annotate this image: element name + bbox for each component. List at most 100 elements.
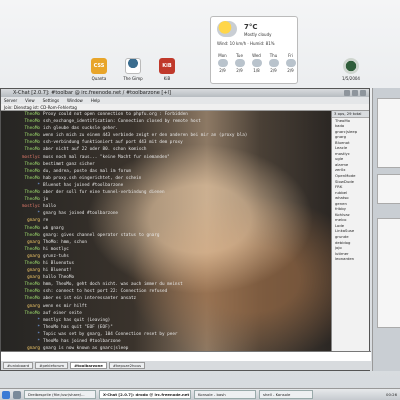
desktop-icon[interactable]	[13, 390, 21, 399]
chat-nick[interactable]: TheoMo	[1, 118, 43, 125]
channel-topic[interactable]: Join: Dienstag ist: CD-Rom-Fehlertag	[1, 104, 369, 111]
chat-line: TheoMo gnarg: gives channel operator stat…	[1, 232, 333, 239]
chat-nick[interactable]: TheoMo	[1, 146, 43, 153]
chat-message: auf einer seite	[43, 310, 82, 316]
menu-settings[interactable]: Settings	[43, 97, 59, 104]
nick-list[interactable]: 3 ops, 29 total TheoMo kado gnarc|sleep gna…	[331, 111, 369, 351]
chat-message: wb gnarg	[43, 225, 64, 231]
chat-nick[interactable]: mostlyc	[1, 203, 43, 210]
chat-text-area[interactable]: TheoMo Proxy could not open connection to…	[1, 111, 333, 351]
chat-line: * gnarg has joined #toolbarzone	[1, 210, 333, 217]
chat-nick[interactable]: *	[1, 331, 43, 338]
side-panel-window	[372, 88, 400, 371]
chat-nick[interactable]: TheoMo	[1, 196, 43, 203]
window-titlebar[interactable]: X-Chat [2.0.7]: #toolbar @ irc.freenode.…	[1, 89, 369, 97]
nick-list-item[interactable]: leonarden	[332, 256, 369, 262]
xchat-window: X-Chat [2.0.7]: #toolbar @ irc.freenode.…	[0, 88, 371, 371]
chat-nick[interactable]: TheoMo	[1, 288, 43, 295]
chat-message: Proxy could not open connection to phpfu…	[43, 112, 188, 117]
chat-line: gnarg ThoMo: hmm, schon	[1, 239, 333, 246]
chat-nick[interactable]: TheoMo	[1, 139, 43, 146]
chat-message: wenn es mir hilft	[43, 303, 87, 309]
chat-nick[interactable]: mostlyc	[1, 154, 43, 161]
weather-conditions: Wind: 10 km/h · Humid: 81%	[217, 41, 275, 46]
chat-message: Topic was set by gnarg, 104 Connection r…	[43, 331, 178, 337]
chat-nick[interactable]: gnarg	[1, 274, 43, 281]
chat-nick[interactable]: TheoMo	[1, 189, 43, 196]
chat-nick[interactable]: *	[1, 182, 43, 189]
chat-line: gnarg wenn es mir hilft	[1, 303, 333, 310]
chat-message: ssh_exchange_identification: Connection …	[43, 119, 201, 125]
chat-nick[interactable]: *	[1, 338, 43, 345]
tab-pekleforum[interactable]: #pekleforum	[35, 362, 69, 369]
desktop-icon-gimp[interactable]: The Gimp	[116, 58, 150, 81]
close-icon[interactable]	[360, 90, 366, 96]
chat-nick[interactable]: gnarg	[1, 217, 43, 224]
menu-server[interactable]: Server	[4, 97, 17, 104]
menu-bar: Server View Settings Window Help	[1, 97, 369, 104]
chat-message: ich gleube das sucksle geher.	[43, 126, 119, 132]
message-input[interactable]	[1, 351, 371, 361]
chat-nick[interactable]: TheoMo	[1, 232, 43, 239]
chat-nick[interactable]: *	[1, 210, 43, 217]
chat-nick[interactable]: TheoMo	[1, 111, 43, 118]
maximize-icon[interactable]	[352, 90, 358, 96]
minimize-icon[interactable]	[344, 90, 350, 96]
menu-help[interactable]: Help	[91, 97, 100, 104]
chat-nick[interactable]: TheoMo	[1, 132, 43, 139]
taskbar-item[interactable]: Konsole - bash	[194, 390, 256, 399]
chat-message: aber es ist ein interessanter ansatz	[43, 296, 137, 302]
desktop-icon-quanta[interactable]: CSS Quanta	[82, 58, 116, 81]
chat-nick[interactable]: TheoMo	[1, 225, 43, 232]
chat-nick[interactable]: gnarg	[1, 239, 43, 246]
tab-unixboard[interactable]: #unixboard	[3, 362, 34, 369]
penguin-icon	[125, 58, 141, 74]
desktop-icon-label: 1/5/2004	[342, 76, 360, 81]
chat-nick[interactable]: TheoMo	[1, 161, 43, 168]
chat-nick[interactable]: TheoMo	[1, 295, 43, 302]
chat-line: TheoMo aber der soll fur eine tunnel-verb…	[1, 189, 333, 196]
chat-nick[interactable]: TheoMo	[1, 125, 43, 132]
chat-message: aber nicht auf 22 oder 80. schon komisch	[43, 147, 147, 153]
chat-line: TheoMo hi Bluenotus	[1, 260, 333, 267]
chat-nick[interactable]: TheoMo	[1, 310, 43, 317]
weather-forecast: Mon 2/9 Tue 2/9 Wed 1/8 Thu 2/9 Fri 2/9	[215, 53, 298, 73]
chat-nick[interactable]: gnarg	[1, 267, 43, 274]
tab-toolbarzone[interactable]: #toolbarzone	[70, 362, 107, 369]
k-menu-icon[interactable]	[2, 390, 10, 399]
menu-view[interactable]: View	[25, 97, 35, 104]
chat-line: TheoMo auf einer seite	[1, 310, 333, 317]
side-panel-box	[377, 218, 400, 328]
chat-line: TheoMo hi mostlyc	[1, 246, 333, 253]
chat-message: gnarg has joined #toolbarzone	[43, 211, 119, 217]
chat-message: hallo TheoMo	[43, 275, 75, 281]
chat-message: TheoMo has joined #toolbarzone	[43, 339, 121, 344]
chat-nick[interactable]: TheoMo	[1, 281, 43, 288]
chat-nick[interactable]: TheoMo	[1, 168, 43, 175]
window-title: X-Chat [2.0.7]: #toolbar @ irc.freenode.…	[13, 90, 171, 96]
tab-kepuze2hous[interactable]: #kepuze2hous	[108, 362, 146, 369]
chat-nick[interactable]: TheoMo	[1, 260, 43, 267]
chat-message: hallo	[43, 204, 56, 210]
taskbar-item[interactable]: Dreibesprile (file:/usr/share/...	[24, 390, 96, 399]
desktop-icon-kib[interactable]: KiB KiB	[150, 58, 184, 81]
chat-nick[interactable]: gnarg	[1, 303, 43, 310]
chat-message: grunz-tuhs	[43, 253, 69, 259]
chat-line: TheoMo aber nicht auf 22 oder 80. schon k…	[1, 146, 333, 153]
chat-line: TheoMo ssh: connect to host port 22: Conn…	[1, 288, 333, 295]
chat-nick[interactable]: TheoMo	[1, 246, 43, 253]
chat-nick[interactable]: gnarg	[1, 253, 43, 260]
side-panel-box	[377, 174, 400, 204]
chat-nick[interactable]: TheoMo	[1, 175, 43, 182]
forecast-day: Mon 2/9	[217, 53, 228, 73]
chat-line: mostlyc muss noch mal raus... "keine Mach…	[1, 154, 333, 161]
chat-line: TheoMo hmm, TheoMo, geht doch nicht. was …	[1, 281, 333, 288]
taskbar-item[interactable]: shell - Konsole	[259, 390, 313, 399]
menu-window[interactable]: Window	[67, 97, 83, 104]
taskbar-item-active[interactable]: X-Chat [2.0.7]: drodo @ irc.freenode.net…	[99, 390, 191, 399]
chat-line: TheoMo Proxy could not open connection to…	[1, 111, 333, 118]
chat-message: ssh-verbindung funktioniert auf port 443…	[43, 140, 183, 146]
chat-nick[interactable]: *	[1, 324, 43, 331]
desktop-icon-date[interactable]: 1/5/2004	[334, 58, 368, 81]
chat-nick[interactable]: *	[1, 317, 43, 324]
